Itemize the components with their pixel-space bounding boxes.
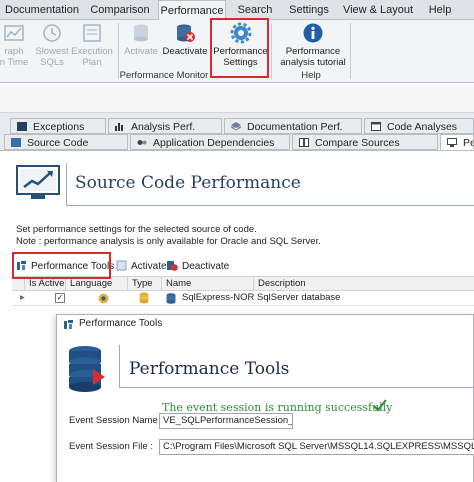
clock-icon — [43, 24, 61, 42]
session-file-field[interactable]: C:\Program Files\Microsoft SQL Server\MS… — [159, 439, 474, 455]
title-divider-vertical — [66, 163, 67, 206]
tab-code-analyses[interactable]: Code Analyses — [364, 118, 474, 134]
page-title: Source Code Performance — [75, 173, 301, 193]
title-divider — [66, 205, 474, 206]
dialog-divider-vertical — [119, 345, 120, 388]
slowest-sqls-button[interactable]: Slowest SQLs — [32, 20, 72, 70]
session-file-label: Event Session File : — [69, 441, 153, 452]
tab-documentation[interactable]: Documentation — [0, 0, 84, 20]
slowest-sqls-label: Slowest SQLs — [35, 46, 69, 68]
column-is-active[interactable]: Is Active — [24, 277, 65, 291]
graph-run-time-label: raph n Time — [0, 46, 29, 68]
dialog-heading: Performance Tools — [129, 359, 290, 379]
tab-settings[interactable]: Settings — [284, 0, 334, 20]
session-name-label: Event Session Name : — [69, 415, 163, 426]
dialog-title: Performance Tools — [79, 318, 163, 329]
performance-monitor-icon — [16, 165, 60, 199]
activate-ribbon-label: Activate — [124, 46, 158, 57]
exceptions-icon — [17, 122, 27, 131]
row-expander-icon[interactable]: ▸ — [16, 291, 26, 305]
tab-source-code[interactable]: Source Code — [4, 134, 128, 150]
database-stack-icon — [69, 346, 105, 392]
graph-icon — [4, 25, 24, 41]
activate-icon — [116, 260, 127, 271]
activate-button[interactable]: Activate — [116, 259, 167, 275]
performance-monitor-group-label: Performance Monitor — [119, 70, 209, 81]
tab-performance-doc[interactable]: Pe — [440, 134, 474, 150]
group-separator — [271, 23, 272, 79]
graph-run-time-button[interactable]: raph n Time — [0, 20, 34, 70]
tab-application-dependencies[interactable]: Application Dependencies — [130, 134, 290, 150]
monitor-icon — [447, 138, 457, 147]
column-language[interactable]: Language — [65, 277, 127, 291]
document-tab-strip: Exceptions Analysis Perf. Documentation … — [0, 113, 474, 150]
tab-analysis-perf[interactable]: Analysis Perf. — [108, 118, 222, 134]
deactivate-button[interactable]: Deactivate — [167, 259, 229, 275]
dialog-divider — [119, 387, 474, 388]
deactivate-ribbon-button[interactable]: Deactivate — [161, 20, 209, 70]
tab-view-layout[interactable]: View & Layout — [340, 0, 416, 20]
chart-icon — [115, 123, 123, 131]
checkmark-icon — [373, 399, 387, 412]
row-description: SqlServer database — [257, 292, 341, 303]
performance-tools-dialog: Performance Tools Performance Tools The … — [56, 314, 474, 482]
info-text: Set performance settings for the selecte… — [16, 224, 257, 235]
database-deactivate-icon — [177, 24, 195, 42]
is-active-checkbox[interactable]: ✓ — [55, 293, 65, 303]
column-type[interactable]: Type — [127, 277, 161, 291]
tab-compare-sources[interactable]: Compare Sources — [292, 134, 438, 150]
database-type-icon — [139, 292, 149, 304]
note-text: Note : performance analysis is only avai… — [16, 236, 321, 247]
source-code-icon — [11, 138, 21, 147]
ribbon-tab-bar: Documentation Comparison Performance Sea… — [0, 0, 474, 21]
performance-tutorial-label: Performance analysis tutorial — [280, 46, 346, 68]
session-name-field[interactable]: VE_SQLPerformanceSession_21 — [159, 413, 293, 429]
dialog-title-bar: Performance Tools — [57, 315, 474, 333]
wrench-icon — [64, 320, 73, 329]
column-name[interactable]: Name — [161, 277, 253, 291]
tab-comparison[interactable]: Comparison — [86, 0, 154, 20]
tab-help[interactable]: Help — [420, 0, 460, 20]
compare-icon — [299, 138, 309, 147]
plan-icon — [83, 24, 101, 42]
row-name: SqlExpress-NORT — [182, 292, 254, 303]
group-separator — [350, 23, 351, 79]
database-activate-icon — [134, 24, 148, 42]
calendar-icon — [371, 122, 381, 131]
help-group-label: Help — [301, 70, 321, 81]
dependencies-icon — [137, 140, 147, 145]
tab-search[interactable]: Search — [232, 0, 278, 20]
sqlserver-icon — [166, 293, 176, 304]
performance-tools-highlight — [12, 252, 111, 279]
performance-tutorial-button[interactable]: Performance analysis tutorial — [278, 20, 348, 70]
deactivate-ribbon-label: Deactivate — [162, 46, 208, 57]
table-row[interactable]: ▸ ✓ SqlExpress-NORT SqlServer database — [12, 291, 474, 306]
activate-ribbon-button[interactable]: Activate — [121, 20, 161, 70]
source-code-performance-page: Source Code Performance Set performance … — [0, 150, 474, 482]
execution-plan-label: Execution Plan — [71, 46, 113, 68]
tab-documentation-perf[interactable]: Documentation Perf. — [224, 118, 362, 134]
info-icon — [303, 23, 323, 43]
language-icon — [98, 293, 109, 304]
layers-icon — [231, 122, 241, 131]
tab-exceptions[interactable]: Exceptions — [10, 118, 106, 134]
performance-settings-highlight — [210, 18, 269, 78]
column-description[interactable]: Description — [253, 277, 474, 291]
execution-plan-button[interactable]: Execution Plan — [70, 20, 114, 70]
deactivate-icon — [167, 261, 178, 271]
spacer-bar — [0, 84, 474, 113]
